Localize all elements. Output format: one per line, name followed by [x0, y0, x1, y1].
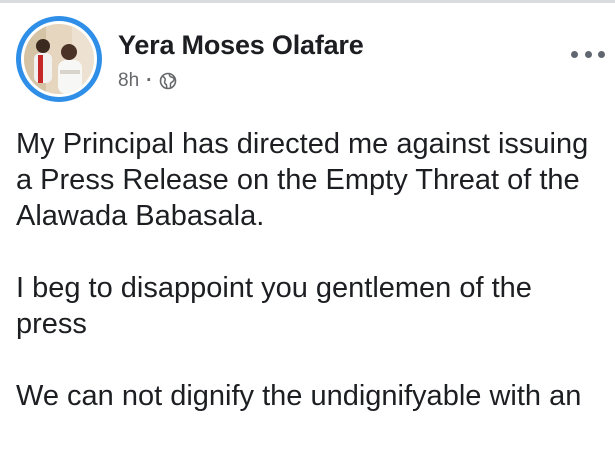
meta-separator: · — [146, 70, 153, 91]
post-paragraph: My Principal has directed me against iss… — [16, 128, 589, 232]
author-name[interactable]: Yera Moses Olafare — [118, 30, 364, 61]
more-dot — [598, 50, 605, 58]
post-header: Yera Moses Olafare 8h · — [16, 16, 605, 106]
post-timestamp[interactable]: 8h — [118, 70, 139, 92]
avatar[interactable] — [16, 16, 102, 102]
profile-photo — [24, 24, 94, 94]
globe-icon[interactable] — [159, 72, 177, 90]
more-dot — [571, 50, 578, 58]
post-paragraph: I beg to disappoint you gentlemen of the… — [16, 272, 532, 340]
post-paragraph: We can not dignify the undignifyable wit… — [16, 380, 582, 412]
more-dot — [584, 50, 592, 58]
post-meta: 8h · — [118, 69, 177, 93]
more-options-icon[interactable] — [568, 42, 608, 66]
avatar-frame — [21, 21, 97, 97]
post-text: My Principal has directed me against iss… — [16, 126, 606, 450]
feed-divider — [0, 0, 615, 3]
